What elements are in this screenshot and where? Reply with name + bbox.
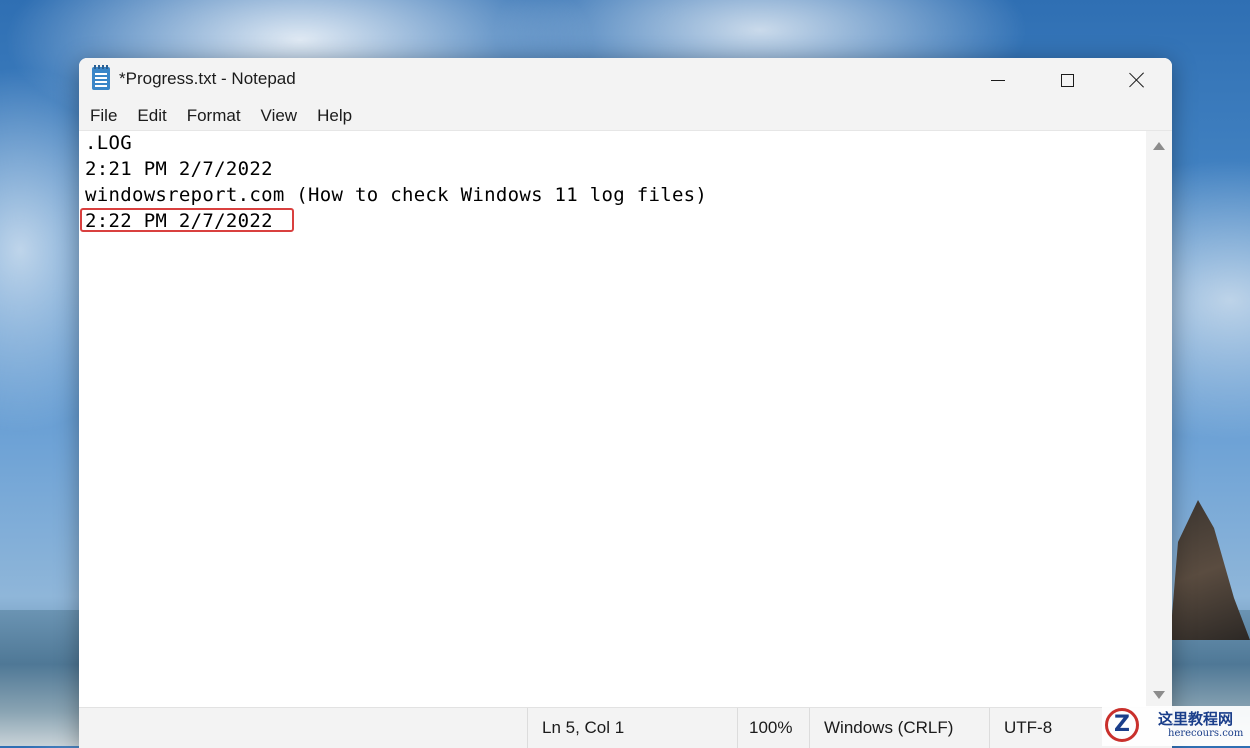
cursor-position: Ln 5, Col 1 xyxy=(527,708,737,748)
line-endings: Windows (CRLF) xyxy=(809,708,989,748)
scroll-up-icon[interactable] xyxy=(1153,142,1165,150)
window-title: *Progress.txt - Notepad xyxy=(119,69,296,88)
status-bar: Ln 5, Col 1 100% Windows (CRLF) UTF-8 xyxy=(79,707,1172,748)
scroll-down-icon[interactable] xyxy=(1153,691,1165,699)
vertical-scrollbar[interactable] xyxy=(1146,131,1172,707)
menu-view[interactable]: View xyxy=(251,102,308,130)
menu-edit[interactable]: Edit xyxy=(127,102,176,130)
desktop-wallpaper-cliff xyxy=(1170,500,1250,640)
minimize-icon xyxy=(991,79,1005,81)
text-line: 2:21 PM 2/7/2022 xyxy=(85,158,273,180)
maximize-icon xyxy=(1060,73,1074,87)
menu-file[interactable]: File xyxy=(79,102,127,130)
menu-bar: File Edit Format View Help xyxy=(79,102,1172,131)
minimize-button[interactable] xyxy=(963,58,1033,102)
title-bar[interactable]: *Progress.txt - Notepad xyxy=(79,58,1172,102)
text-line: windowsreport.com (How to check Windows … xyxy=(85,184,708,206)
menu-format[interactable]: Format xyxy=(177,102,251,130)
text-line: .LOG xyxy=(85,132,132,154)
site-watermark: Z 这里教程网 herecours.com xyxy=(1102,706,1250,746)
close-icon xyxy=(1129,72,1145,88)
notepad-icon xyxy=(92,65,110,90)
watermark-site: herecours.com xyxy=(1168,728,1244,739)
watermark-name: 这里教程网 xyxy=(1158,710,1234,728)
notepad-window: *Progress.txt - Notepad File Edit Format… xyxy=(79,58,1172,748)
text-editor[interactable]: .LOG 2:21 PM 2/7/2022 windowsreport.com … xyxy=(79,131,1146,707)
timestamp-highlight-box xyxy=(80,208,294,232)
watermark-logo-icon: Z xyxy=(1105,708,1139,742)
zoom-level: 100% xyxy=(737,708,809,748)
close-button[interactable] xyxy=(1102,58,1172,102)
maximize-button[interactable] xyxy=(1032,58,1102,102)
menu-help[interactable]: Help xyxy=(307,102,362,130)
